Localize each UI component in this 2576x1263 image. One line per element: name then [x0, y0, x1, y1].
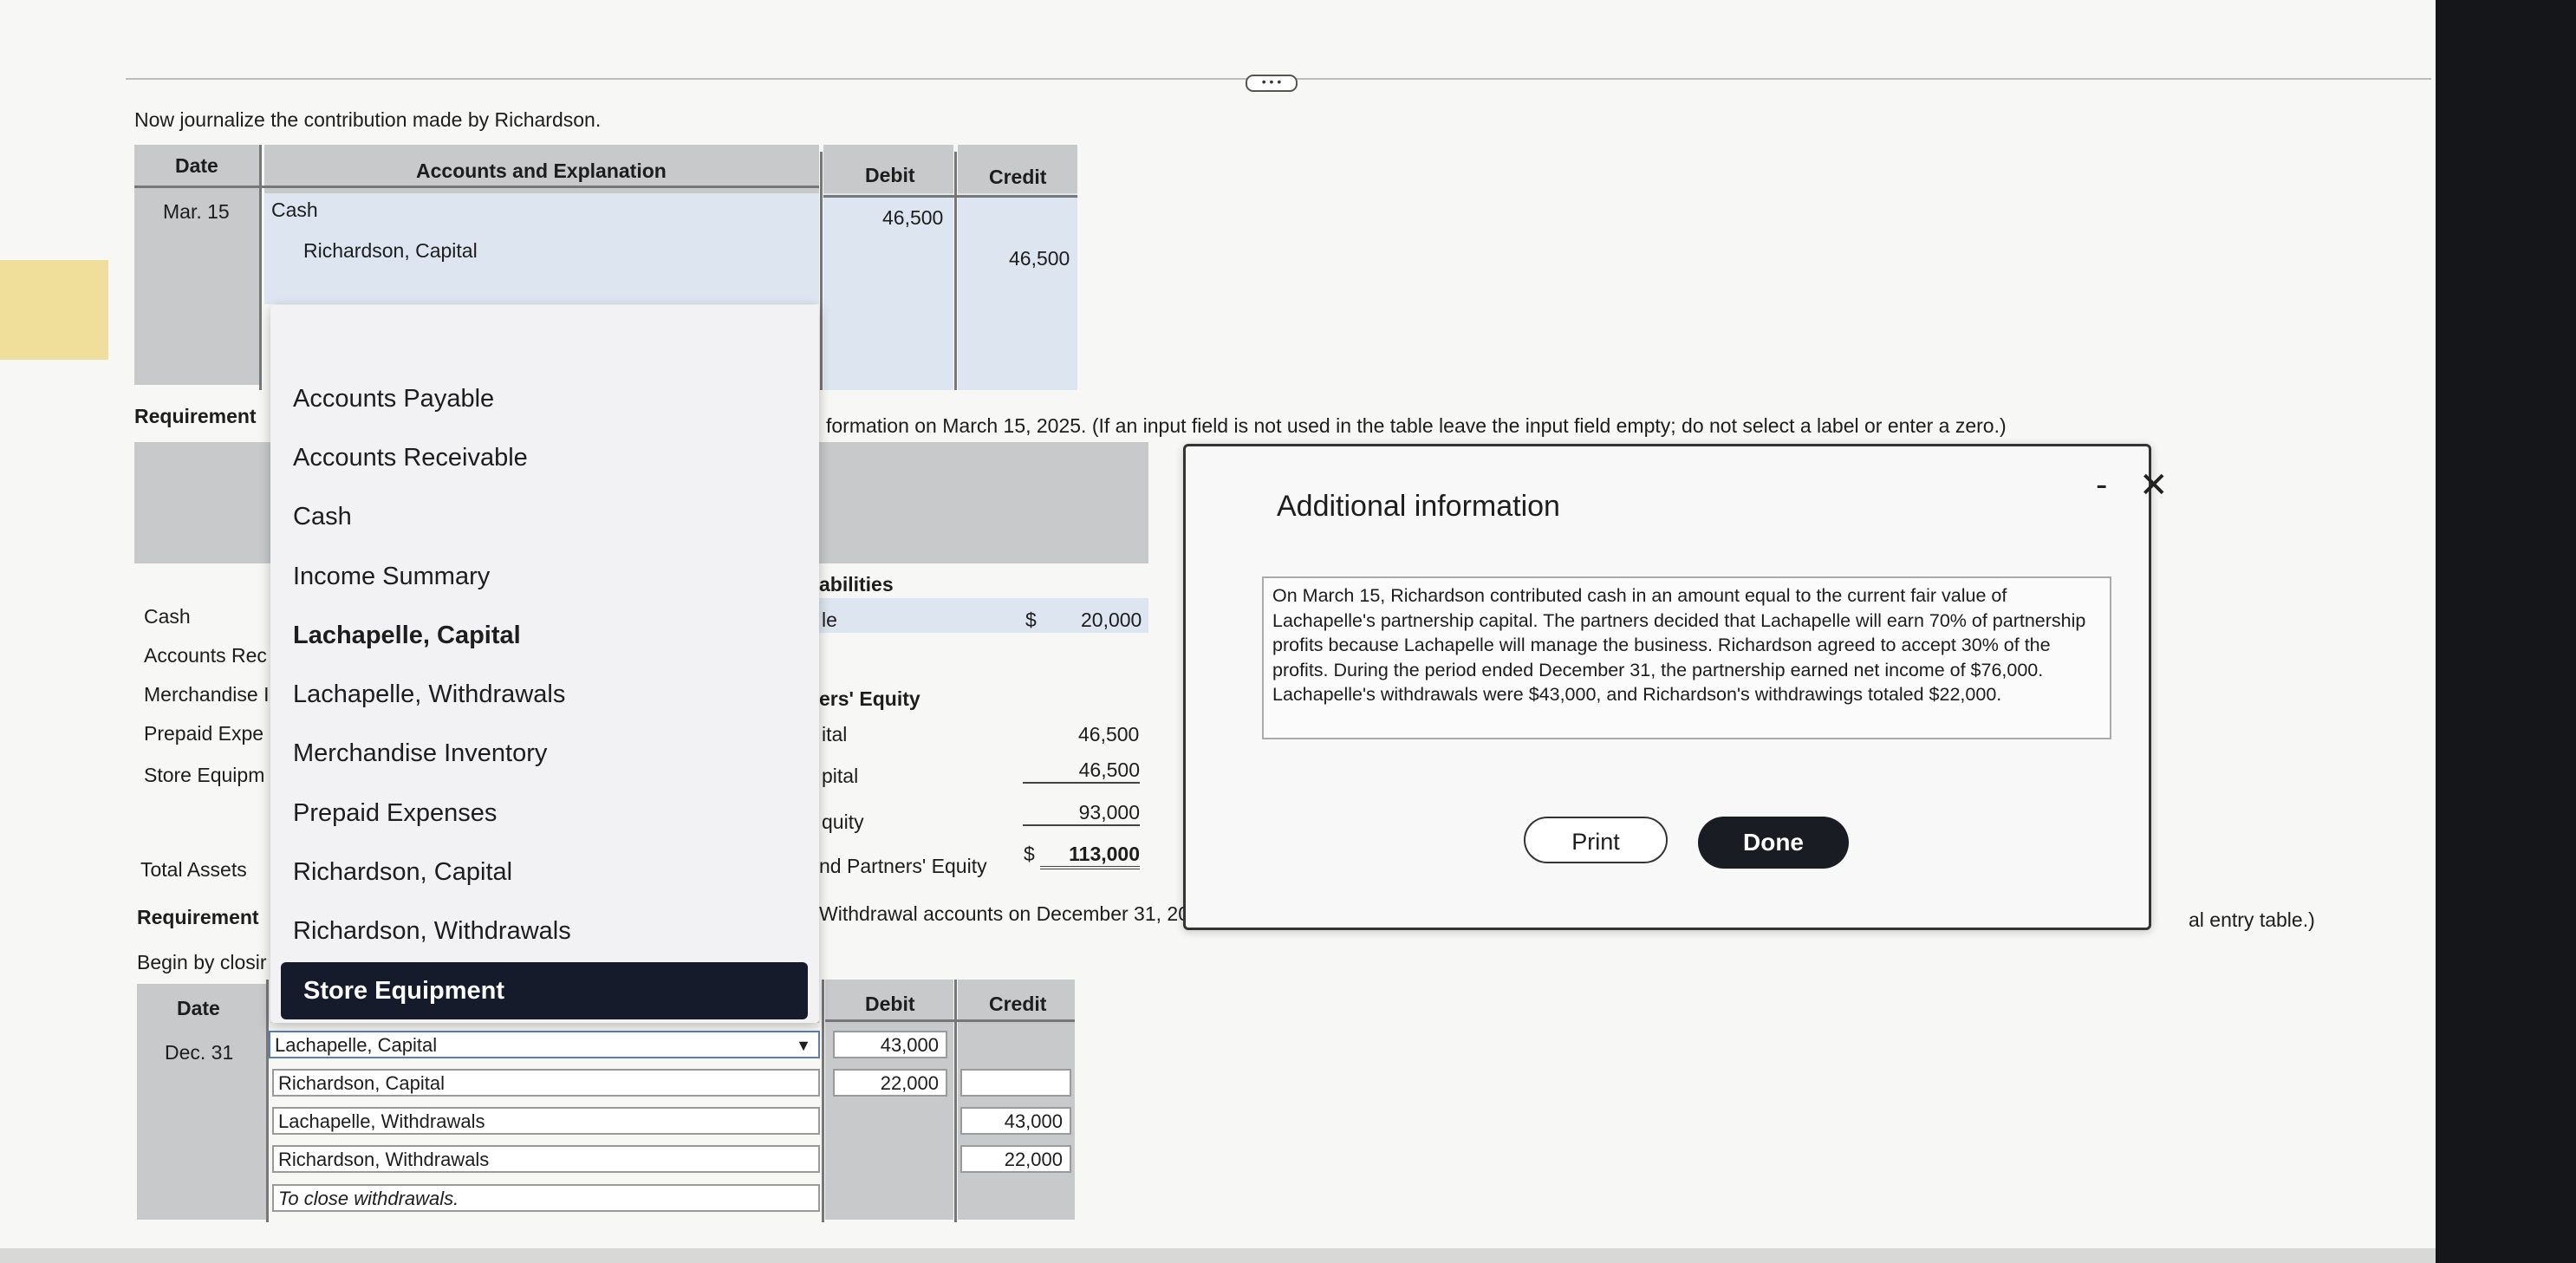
screen-bezel: [2436, 0, 2576, 1263]
journal1-row1-debit[interactable]: 46,500: [882, 206, 943, 230]
dropdown-option[interactable]: Prepaid Expenses: [293, 799, 497, 828]
journal2-credit-input[interactable]: [960, 1069, 1071, 1097]
close-icon[interactable]: ✕: [2139, 465, 2169, 505]
payable-label: le: [822, 609, 837, 631]
dropdown-option[interactable]: Merchandise Inventory: [293, 739, 547, 768]
journal1-row2-account[interactable]: Richardson, Capital: [303, 239, 478, 263]
total-liab-equity-value[interactable]: 113,000: [1040, 843, 1140, 869]
journal1-date: Mar. 15: [163, 200, 230, 223]
journal2-account-value: Lachapelle, Capital: [275, 1034, 438, 1056]
bottom-strip: [0, 1248, 2436, 1263]
asset-label: Cash: [144, 605, 191, 628]
requirement3-label: Requirement: [137, 906, 259, 928]
additional-info-dialog: Additional information - ✕ On March 15, …: [1183, 444, 2169, 930]
total-dollar: $: [1024, 843, 1035, 865]
dropdown-option[interactable]: Cash: [293, 503, 352, 531]
journal2-debit-input[interactable]: 43,000: [833, 1031, 947, 1058]
divider: [820, 152, 823, 390]
asset-label: Store Equipm: [144, 764, 265, 786]
done-button[interactable]: Done: [1698, 817, 1849, 869]
equity-header: ers' Equity: [819, 687, 920, 710]
account-dropdown-menu: Accounts Payable Accounts Receivable Cas…: [270, 305, 819, 1023]
journal2-date-header: Date: [177, 997, 220, 1019]
journal2-debit-header: Debit: [865, 993, 915, 1015]
capital1-label: ital: [822, 723, 848, 745]
dropdown-option[interactable]: Lachapelle, Capital: [293, 622, 521, 650]
journal2-debit-input[interactable]: 22,000: [833, 1069, 947, 1097]
chevron-down-icon[interactable]: ▼: [796, 1032, 811, 1058]
total-assets-label: Total Assets: [140, 858, 247, 881]
asset-label: Accounts Rec: [144, 644, 267, 667]
journal1-row2-credit[interactable]: 46,500: [1009, 247, 1070, 270]
journal2-account-input[interactable]: Richardson, Withdrawals: [272, 1145, 820, 1173]
minimize-icon[interactable]: -: [2096, 465, 2107, 505]
dropdown-option[interactable]: Richardson, Withdrawals: [293, 917, 571, 946]
payable-dollar: $: [1025, 609, 1037, 631]
journal2-account-input[interactable]: Lachapelle, Withdrawals: [272, 1107, 820, 1135]
dropdown-option[interactable]: Accounts Payable: [293, 385, 494, 413]
divider: [134, 186, 819, 188]
dropdown-option-selected[interactable]: Store Equipment: [281, 962, 808, 1019]
capital2-label: pital: [822, 765, 859, 787]
divider: [266, 980, 269, 1222]
journal1-debit-header: Debit: [865, 164, 915, 186]
journal2-credit-input[interactable]: 43,000: [960, 1107, 1071, 1135]
journal1-row1-account[interactable]: Cash: [271, 199, 318, 222]
dialog-title: Additional information: [1277, 490, 1560, 523]
print-button[interactable]: Print: [1524, 817, 1668, 863]
divider: [822, 980, 824, 1222]
more-options-button[interactable]: • • •: [1246, 75, 1298, 92]
journal1-date-column: [134, 145, 260, 385]
journal2-explanation-input[interactable]: To close withdrawals.: [272, 1184, 820, 1212]
capital1-value[interactable]: 46,500: [1078, 723, 1139, 746]
capital2-value[interactable]: 46,500: [1023, 758, 1140, 784]
journal2-account-input[interactable]: Richardson, Capital: [272, 1069, 820, 1097]
side-tab[interactable]: [0, 260, 108, 360]
equity-total-label: quity: [822, 811, 864, 833]
journal2-credit-header: Credit: [989, 993, 1047, 1015]
asset-label: Merchandise I: [144, 683, 270, 706]
divider: [825, 1019, 1075, 1022]
journal2-account-select[interactable]: Lachapelle, Capital ▼: [269, 1031, 820, 1058]
requirement2-label: Requirement: [134, 405, 257, 427]
requirement2-instruction: formation on March 15, 2025. (If an inpu…: [826, 414, 2007, 437]
dropdown-option[interactable]: Income Summary: [293, 563, 490, 591]
requirement3-begin: Begin by closir: [137, 951, 267, 973]
journal1-date-header: Date: [175, 154, 218, 177]
requirement3-trailing: al entry table.): [2189, 908, 2315, 931]
divider: [823, 195, 1077, 198]
dropdown-option[interactable]: Accounts Receivable: [293, 444, 528, 472]
total-liab-equity-label: nd Partners' Equity: [819, 855, 987, 877]
journal2-credit-input[interactable]: 22,000: [960, 1145, 1071, 1173]
requirement3-instruction: Withdrawal accounts on December 31, 20: [819, 902, 1189, 925]
payable-value[interactable]: 20,000: [1081, 609, 1142, 632]
equity-total-value[interactable]: 93,000: [1023, 801, 1140, 826]
divider: [259, 145, 262, 390]
liabilities-header: abilities: [819, 573, 894, 596]
divider: [954, 152, 957, 390]
journal1-credit-header: Credit: [989, 166, 1047, 188]
dropdown-option[interactable]: Richardson, Capital: [293, 858, 512, 887]
journal1-credit-area: [958, 193, 1077, 390]
divider: [954, 980, 957, 1222]
dropdown-option[interactable]: Lachapelle, Withdrawals: [293, 680, 565, 709]
journal1-accounts-header: Accounts and Explanation: [416, 160, 667, 182]
info-text: On March 15, Richardson contributed cash…: [1262, 576, 2111, 739]
journal2-date: Dec. 31: [165, 1041, 234, 1064]
journal1-instruction: Now journalize the contribution made by …: [134, 108, 602, 131]
asset-label: Prepaid Expe: [144, 722, 264, 745]
